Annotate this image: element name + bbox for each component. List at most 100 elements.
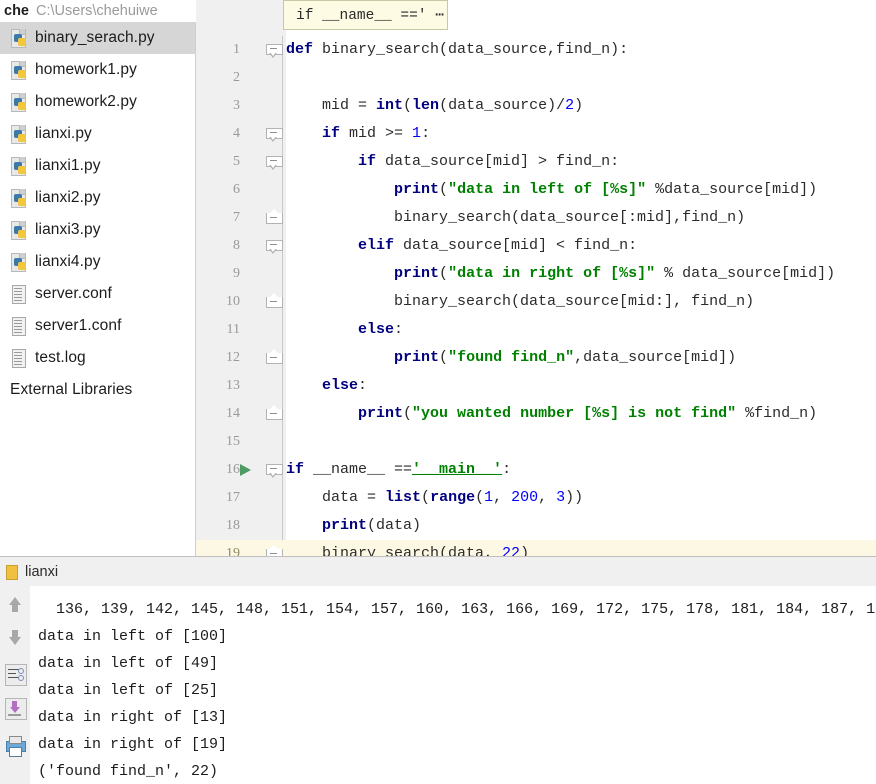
code-line[interactable]: 17 data = list(range(1, 200, 3))	[196, 484, 876, 512]
run-console-panel: lianxi 136, 139, 142, 145, 148, 151, 154…	[0, 556, 876, 784]
run-tab-lianxi[interactable]: lianxi	[0, 564, 58, 580]
code-text: mid = int(len(data_source)/2)	[286, 97, 584, 114]
line-number: 18	[226, 518, 240, 533]
line-number: 9	[233, 266, 240, 281]
console-output-line: data in left of [100]	[38, 628, 228, 645]
print-icon[interactable]	[3, 734, 27, 758]
console-output-line: data in right of [13]	[38, 709, 228, 726]
code-line[interactable]: 2	[196, 64, 876, 92]
arrow-down-icon[interactable]	[3, 626, 27, 650]
line-number: 5	[233, 154, 240, 169]
code-text: print("data in left of [%s]" %data_sourc…	[394, 181, 818, 198]
tree-item-external-libraries[interactable]: External Libraries	[0, 374, 196, 406]
arrow-up-icon[interactable]	[3, 592, 27, 616]
code-line[interactable]: 8 elif data_source[mid] < find_n:	[196, 232, 876, 260]
code-line[interactable]: 10 binary_search(data_source[mid:], find…	[196, 288, 876, 316]
project-name: che	[4, 3, 29, 19]
console-output-area[interactable]: 136, 139, 142, 145, 148, 151, 154, 157, …	[30, 586, 876, 784]
tree-item-server1-conf[interactable]: server1.conf	[0, 310, 196, 342]
tree-item-homework2-py[interactable]: homework2.py	[0, 86, 196, 118]
code-line[interactable]: 11 else:	[196, 316, 876, 344]
tree-item-homework1-py[interactable]: homework1.py	[0, 54, 196, 86]
tree-item-label: lianxi2.py	[35, 189, 101, 206]
code-line[interactable]: 6 print("data in left of [%s]" %data_sou…	[196, 176, 876, 204]
tree-item-label: homework1.py	[35, 61, 137, 78]
tree-item-label: server1.conf	[35, 317, 122, 334]
line-number: 2	[233, 70, 240, 85]
code-line[interactable]: 13 else:	[196, 372, 876, 400]
code-text: if data_source[mid] > find_n:	[358, 153, 620, 170]
fold-marker-end-icon[interactable]	[266, 349, 283, 366]
code-line[interactable]: 7 binary_search(data_source[:mid],find_n…	[196, 204, 876, 232]
python-file-icon	[10, 124, 27, 144]
code-text: elif data_source[mid] < find_n:	[358, 237, 638, 254]
console-output-line: 136, 139, 142, 145, 148, 151, 154, 157, …	[38, 601, 876, 618]
tree-item-server-conf[interactable]: server.conf	[0, 278, 196, 310]
fold-marker-end-icon[interactable]	[266, 405, 283, 422]
line-number: 3	[233, 98, 240, 113]
tree-item-lianxi2-py[interactable]: lianxi2.py	[0, 182, 196, 214]
fold-marker-end-icon[interactable]	[266, 293, 283, 310]
python-file-icon	[10, 220, 27, 240]
code-line[interactable]: 14 print("you wanted number [%s] is not …	[196, 400, 876, 428]
project-tree[interactable]: binary_serach.py homework1.py homework2.py…	[0, 22, 196, 556]
code-text: print("you wanted number [%s] is not fin…	[358, 405, 818, 422]
line-number: 12	[226, 350, 240, 365]
code-line[interactable]: 4 if mid >= 1:	[196, 120, 876, 148]
scroll-to-end-icon[interactable]	[3, 696, 27, 720]
python-file-icon	[10, 92, 27, 112]
tree-item-lianxi1-py[interactable]: lianxi1.py	[0, 150, 196, 182]
pycharm-window: che C:\Users\chehuiwe binary_serach.pyho…	[0, 0, 876, 784]
fold-marker-expanded-icon[interactable]	[266, 44, 283, 58]
tree-item-lianxi3-py[interactable]: lianxi3.py	[0, 214, 196, 246]
project-path-bar: che C:\Users\chehuiwe	[0, 0, 200, 22]
fold-marker-end-icon[interactable]	[266, 545, 283, 556]
tree-item-label: binary_serach.py	[35, 29, 155, 46]
fold-marker-expanded-icon[interactable]	[266, 464, 283, 478]
fold-marker-expanded-icon[interactable]	[266, 128, 283, 142]
python-file-icon	[10, 60, 27, 80]
console-toolbar[interactable]	[0, 586, 31, 784]
fold-marker-expanded-icon[interactable]	[266, 156, 283, 170]
line-number: 15	[226, 434, 240, 449]
run-tab-bar: lianxi	[0, 556, 876, 588]
code-line[interactable]: 1 def binary_search(data_source,find_n):	[196, 36, 876, 64]
fold-marker-end-icon[interactable]	[266, 209, 283, 226]
code-text: if __name__ =='__main__':	[286, 461, 512, 478]
line-number: 1	[233, 42, 240, 57]
code-text: binary_search(data_source[mid:], find_n)	[286, 293, 755, 310]
code-line[interactable]: 16 if __name__ =='__main__':	[196, 456, 876, 484]
line-number: 10	[226, 294, 240, 309]
python-file-icon	[10, 188, 27, 208]
code-editor[interactable]: 1 def binary_search(data_source,find_n): 2…	[196, 0, 876, 556]
tree-item-label: test.log	[35, 349, 86, 366]
code-text: else:	[322, 377, 368, 394]
code-line[interactable]: 5 if data_source[mid] > find_n:	[196, 148, 876, 176]
code-text: binary_search(data_source[:mid],find_n)	[286, 209, 746, 226]
soft-wrap-icon[interactable]	[3, 662, 27, 686]
code-line[interactable]: 19 binary_search(data, 22)	[196, 540, 876, 556]
line-number: 8	[233, 238, 240, 253]
code-text: if mid >= 1:	[322, 125, 431, 142]
tree-item-test-log[interactable]: test.log	[0, 342, 196, 374]
console-output-line: data in left of [25]	[38, 682, 219, 699]
python-file-icon	[10, 156, 27, 176]
code-line[interactable]: 9 print("data in right of [%s]" % data_s…	[196, 260, 876, 288]
tree-item-lianxi-py[interactable]: lianxi.py	[0, 118, 196, 150]
python-file-icon	[10, 28, 27, 48]
line-number: 7	[233, 210, 240, 225]
line-number: 11	[226, 322, 240, 337]
fold-marker-expanded-icon[interactable]	[266, 240, 283, 254]
console-output-line: data in left of [49]	[38, 655, 219, 672]
code-line[interactable]: 18 print(data)	[196, 512, 876, 540]
code-line[interactable]: 3 mid = int(len(data_source)/2)	[196, 92, 876, 120]
tree-item-lianxi4-py[interactable]: lianxi4.py	[0, 246, 196, 278]
code-line[interactable]: 12 print("found find_n",data_source[mid]…	[196, 344, 876, 372]
code-line[interactable]: 15	[196, 428, 876, 456]
code-text: print(data)	[322, 517, 422, 534]
tree-item-binary_serach-py[interactable]: binary_serach.py	[0, 22, 196, 54]
run-gutter-icon[interactable]	[240, 464, 251, 476]
line-number: 19	[226, 546, 240, 556]
line-number: 4	[233, 126, 240, 141]
tree-item-label: lianxi1.py	[35, 157, 101, 174]
